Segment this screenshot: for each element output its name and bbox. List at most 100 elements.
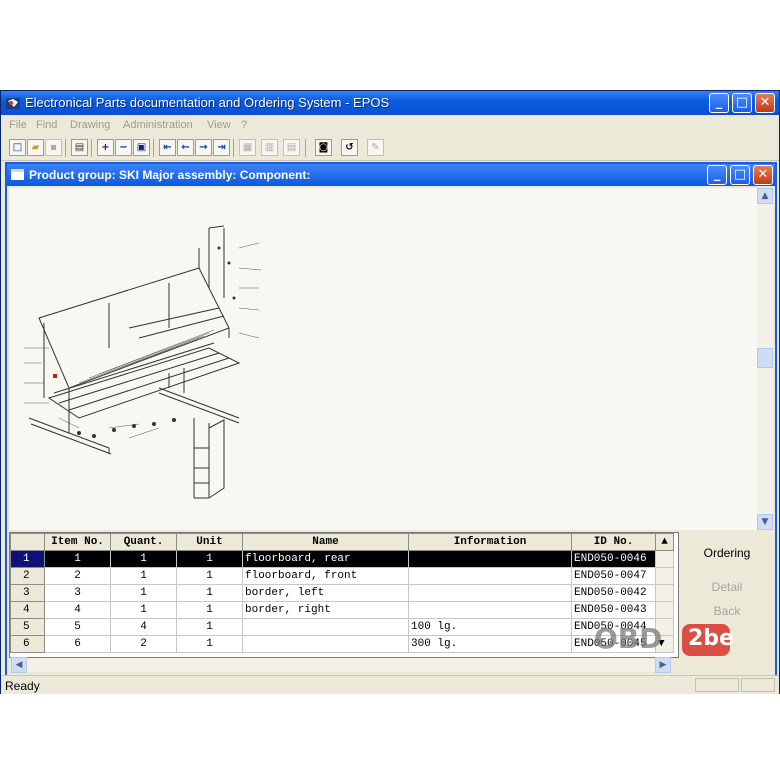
- name-cell[interactable]: floorboard, rear: [242, 550, 409, 568]
- open-folder-icon[interactable]: ▰: [27, 139, 44, 156]
- column-header-id-no[interactable]: ID No.: [571, 533, 656, 551]
- row-number[interactable]: 1: [10, 550, 45, 568]
- item-no-cell[interactable]: 2: [44, 567, 111, 585]
- unit-cell[interactable]: 1: [176, 584, 243, 602]
- information-cell[interactable]: [408, 584, 572, 602]
- id-no-cell[interactable]: END050-0047: [571, 567, 656, 585]
- quantity-cell[interactable]: 1: [110, 567, 177, 585]
- ordering-button[interactable]: Ordering: [687, 542, 767, 564]
- parts-drawing-area[interactable]: [9, 188, 757, 530]
- row-number[interactable]: 5: [10, 618, 45, 636]
- column-header-quantity[interactable]: Quant.: [110, 533, 177, 551]
- grid-scroll-track[interactable]: [655, 601, 674, 619]
- menu-find[interactable]: Find: [36, 119, 57, 131]
- next-page-icon[interactable]: →: [195, 139, 212, 156]
- zoom-in-icon[interactable]: +: [97, 139, 114, 156]
- quantity-cell[interactable]: 1: [110, 584, 177, 602]
- information-cell[interactable]: [408, 601, 572, 619]
- unit-cell[interactable]: 1: [176, 618, 243, 636]
- menu-administration[interactable]: Administration: [123, 119, 193, 131]
- grid-scroll-up-icon[interactable]: ▲: [655, 533, 674, 551]
- scroll-thumb[interactable]: [757, 348, 773, 368]
- list-icon[interactable]: ▥: [261, 139, 278, 156]
- information-cell[interactable]: [408, 550, 572, 568]
- close-button[interactable]: ✕: [755, 93, 775, 113]
- column-header-item-no[interactable]: Item No.: [44, 533, 111, 551]
- menu-help[interactable]: ?: [241, 119, 247, 131]
- previous-page-icon[interactable]: ←: [177, 139, 194, 156]
- item-no-cell[interactable]: 6: [44, 635, 111, 653]
- parts-grid: Item No. Quant. Unit Name Information ID…: [9, 532, 679, 658]
- scroll-left-icon[interactable]: ◀: [11, 657, 27, 673]
- last-page-icon[interactable]: ⇥: [213, 139, 230, 156]
- grid-horizontal-scrollbar[interactable]: ◀ ▶: [11, 657, 671, 673]
- column-header-information[interactable]: Information: [408, 533, 572, 551]
- id-no-cell[interactable]: END050-0043: [571, 601, 656, 619]
- menu-drawing[interactable]: Drawing: [70, 119, 110, 131]
- scroll-down-icon[interactable]: ▼: [757, 514, 773, 530]
- unit-cell[interactable]: 1: [176, 601, 243, 619]
- child-minimize-button[interactable]: _: [707, 165, 727, 185]
- title-bar[interactable]: Electronical Parts documentation and Ord…: [1, 91, 779, 115]
- toolbar-separator: [65, 139, 66, 157]
- row-number[interactable]: 6: [10, 635, 45, 653]
- save-icon[interactable]: ▪: [45, 139, 62, 156]
- print-icon[interactable]: ▤: [71, 139, 88, 156]
- new-document-icon[interactable]: □: [9, 139, 26, 156]
- menu-file[interactable]: File: [9, 119, 27, 131]
- table-row[interactable]: 2 2 1 1 floorboard, front END050-0047: [10, 567, 674, 585]
- row-number[interactable]: 3: [10, 584, 45, 602]
- id-no-cell[interactable]: END050-0046: [571, 550, 656, 568]
- row-number[interactable]: 2: [10, 567, 45, 585]
- edit-icon[interactable]: ✎: [367, 139, 384, 156]
- table-row[interactable]: 4 4 1 1 border, right END050-0043: [10, 601, 674, 619]
- column-header-unit[interactable]: Unit: [176, 533, 243, 551]
- table-row[interactable]: 5 5 4 1 100 lg. END050-0044: [10, 618, 674, 636]
- child-close-button[interactable]: ✕: [753, 165, 773, 185]
- quantity-cell[interactable]: 2: [110, 635, 177, 653]
- information-cell[interactable]: 100 lg.: [408, 618, 572, 636]
- table-row[interactable]: 1 1 1 1 floorboard, rear END050-0046: [10, 550, 674, 568]
- detail-button[interactable]: Detail: [687, 576, 767, 598]
- row-number[interactable]: 4: [10, 601, 45, 619]
- cart-icon[interactable]: ▦: [239, 139, 256, 156]
- quantity-cell[interactable]: 4: [110, 618, 177, 636]
- item-no-cell[interactable]: 1: [44, 550, 111, 568]
- child-maximize-button[interactable]: □: [730, 165, 750, 185]
- id-no-cell[interactable]: END050-0042: [571, 584, 656, 602]
- minimize-button[interactable]: _: [709, 93, 729, 113]
- zoom-out-icon[interactable]: −: [115, 139, 132, 156]
- unit-cell[interactable]: 1: [176, 635, 243, 653]
- unit-cell[interactable]: 1: [176, 550, 243, 568]
- information-cell[interactable]: [408, 567, 572, 585]
- menu-view[interactable]: View: [207, 119, 231, 131]
- binoculars-icon[interactable]: ◙: [315, 139, 332, 156]
- information-cell[interactable]: 300 lg.: [408, 635, 572, 653]
- grid-scroll-track[interactable]: [655, 567, 674, 585]
- first-page-icon[interactable]: ⇤: [159, 139, 176, 156]
- column-header-name[interactable]: Name: [242, 533, 409, 551]
- unit-cell[interactable]: 1: [176, 567, 243, 585]
- name-cell[interactable]: [242, 635, 409, 653]
- drawing-vertical-scrollbar[interactable]: ▲ ▼: [757, 188, 773, 530]
- name-cell[interactable]: border, left: [242, 584, 409, 602]
- item-no-cell[interactable]: 5: [44, 618, 111, 636]
- quantity-cell[interactable]: 1: [110, 550, 177, 568]
- item-no-cell[interactable]: 4: [44, 601, 111, 619]
- zoom-fit-icon[interactable]: ▣: [133, 139, 150, 156]
- name-cell[interactable]: border, right: [242, 601, 409, 619]
- child-title-bar[interactable]: Product group: SKI Major assembly: Compo…: [7, 164, 775, 186]
- name-cell[interactable]: [242, 618, 409, 636]
- grid-scroll-track[interactable]: [655, 550, 674, 568]
- item-no-cell[interactable]: 3: [44, 584, 111, 602]
- document-icon[interactable]: ▤: [283, 139, 300, 156]
- maximize-button[interactable]: □: [732, 93, 752, 113]
- table-row[interactable]: 3 3 1 1 border, left END050-0042: [10, 584, 674, 602]
- scroll-up-icon[interactable]: ▲: [757, 188, 773, 204]
- quantity-cell[interactable]: 1: [110, 601, 177, 619]
- table-row[interactable]: 6 6 2 1 300 lg. END050-0045 ▼: [10, 635, 674, 653]
- refresh-icon[interactable]: ↺: [341, 139, 358, 156]
- toolbar-separator: [153, 139, 154, 157]
- name-cell[interactable]: floorboard, front: [242, 567, 409, 585]
- grid-scroll-track[interactable]: [655, 584, 674, 602]
